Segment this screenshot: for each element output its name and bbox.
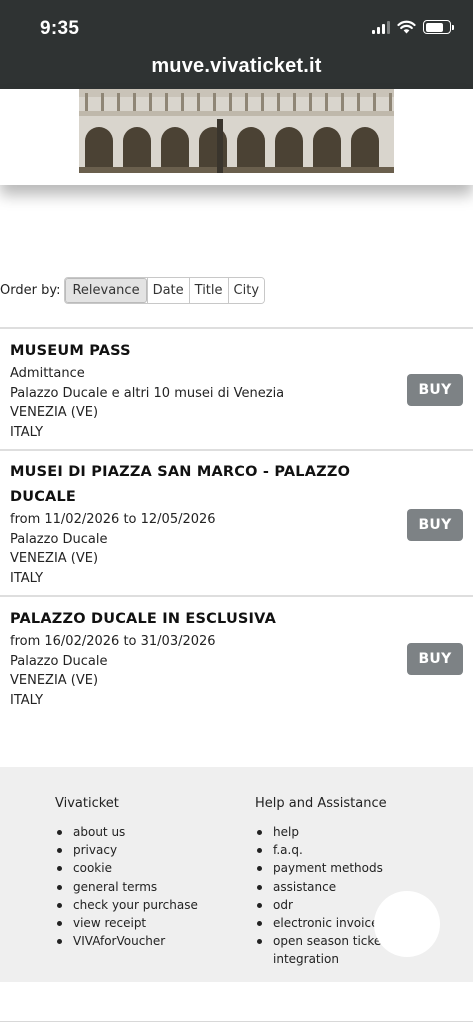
floating-circle-button[interactable]: [374, 891, 440, 957]
buy-button[interactable]: BUY: [407, 509, 463, 541]
footer-link-assistance[interactable]: assistance: [255, 878, 473, 896]
wifi-icon: [397, 20, 416, 34]
event-item-palazzo-ducale-esclusiva[interactable]: PALAZZO DUCALE IN ESCLUSIVA from 16/02/2…: [0, 595, 473, 725]
event-country: ITALY: [10, 424, 44, 440]
event-venue: Palazzo Ducale: [10, 653, 108, 669]
footer-heading: Vivaticket: [55, 796, 119, 811]
battery-icon: [423, 20, 454, 34]
order-option-city[interactable]: City: [227, 278, 265, 303]
event-venue: Palazzo Ducale e altri 10 musei di Venez…: [10, 385, 285, 401]
event-item-musei-piazza-san-marco[interactable]: MUSEI DI PIAZZA SAN MARCO - PALAZZO DUCA…: [0, 449, 473, 597]
event-venue: Palazzo Ducale: [10, 531, 108, 547]
browser-top-bar: 9:35 muve.vivaticket.it: [0, 0, 473, 89]
event-country: ITALY: [10, 570, 44, 586]
event-title[interactable]: MUSEUM PASS: [10, 339, 350, 364]
event-city: VENEZIA (VE): [10, 551, 99, 566]
hero-card: [0, 89, 473, 185]
footer-link-check-purchase[interactable]: check your purchase: [55, 896, 198, 914]
footer-link-open-season-ticket[interactable]: open season ticket: [255, 932, 473, 950]
order-by-label: Order by:: [0, 283, 61, 298]
cellular-signal-icon: [372, 20, 390, 34]
buy-button[interactable]: BUY: [407, 374, 463, 406]
footer-link-view-receipt[interactable]: view receipt: [55, 914, 198, 932]
event-title-line1[interactable]: MUSEI DI PIAZZA SAN MARCO - PALAZZO: [10, 460, 370, 485]
footer-link-odr[interactable]: odr: [255, 896, 473, 914]
status-icons: [372, 20, 454, 34]
buy-button[interactable]: BUY: [407, 643, 463, 675]
event-city: VENEZIA (VE): [10, 405, 99, 420]
hero-image: [79, 89, 394, 173]
event-title[interactable]: PALAZZO DUCALE IN ESCLUSIVA: [10, 607, 350, 632]
footer-link-faq[interactable]: f.a.q.: [255, 841, 473, 859]
bottom-divider: [0, 1021, 473, 1022]
event-country: ITALY: [10, 692, 44, 708]
order-option-relevance[interactable]: Relevance: [65, 278, 147, 303]
order-by-segmented-control: Relevance Date Title City: [64, 277, 266, 304]
status-time: 9:35: [40, 18, 80, 39]
footer-link-cookie[interactable]: cookie: [55, 859, 198, 877]
event-dates: from 16/02/2026 to 31/03/2026: [10, 634, 216, 649]
event-item-museum-pass[interactable]: MUSEUM PASS Admittance Palazzo Ducale e …: [0, 327, 473, 451]
event-title-line2[interactable]: DUCALE: [10, 485, 370, 510]
order-by-bar: Order by: Relevance Date Title City: [0, 277, 266, 304]
footer-column-help: Help and Assistance help f.a.q. payment …: [255, 796, 473, 969]
footer-column-vivaticket: Vivaticket about us privacy cookie gener…: [55, 796, 198, 950]
footer-heading: Help and Assistance: [255, 796, 387, 811]
footer-link-payment-methods[interactable]: payment methods: [255, 859, 473, 877]
palazzo-ducale-image: [79, 89, 394, 173]
footer-link-vivaforvoucher[interactable]: VIVAforVoucher: [55, 932, 198, 950]
address-bar-url[interactable]: muve.vivaticket.it: [0, 55, 473, 78]
footer-link-privacy[interactable]: privacy: [55, 841, 198, 859]
footer-link-integration[interactable]: integration: [255, 950, 473, 968]
order-option-date[interactable]: Date: [146, 278, 189, 303]
footer-link-general-terms[interactable]: general terms: [55, 878, 198, 896]
footer-link-help[interactable]: help: [255, 823, 473, 841]
event-type: Admittance: [10, 366, 85, 381]
event-dates: from 11/02/2026 to 12/05/2026: [10, 512, 216, 527]
order-option-title[interactable]: Title: [188, 278, 228, 303]
event-city: VENEZIA (VE): [10, 673, 99, 688]
footer-link-about-us[interactable]: about us: [55, 823, 198, 841]
footer-link-electronic-invoice[interactable]: electronic invoice: [255, 914, 473, 932]
